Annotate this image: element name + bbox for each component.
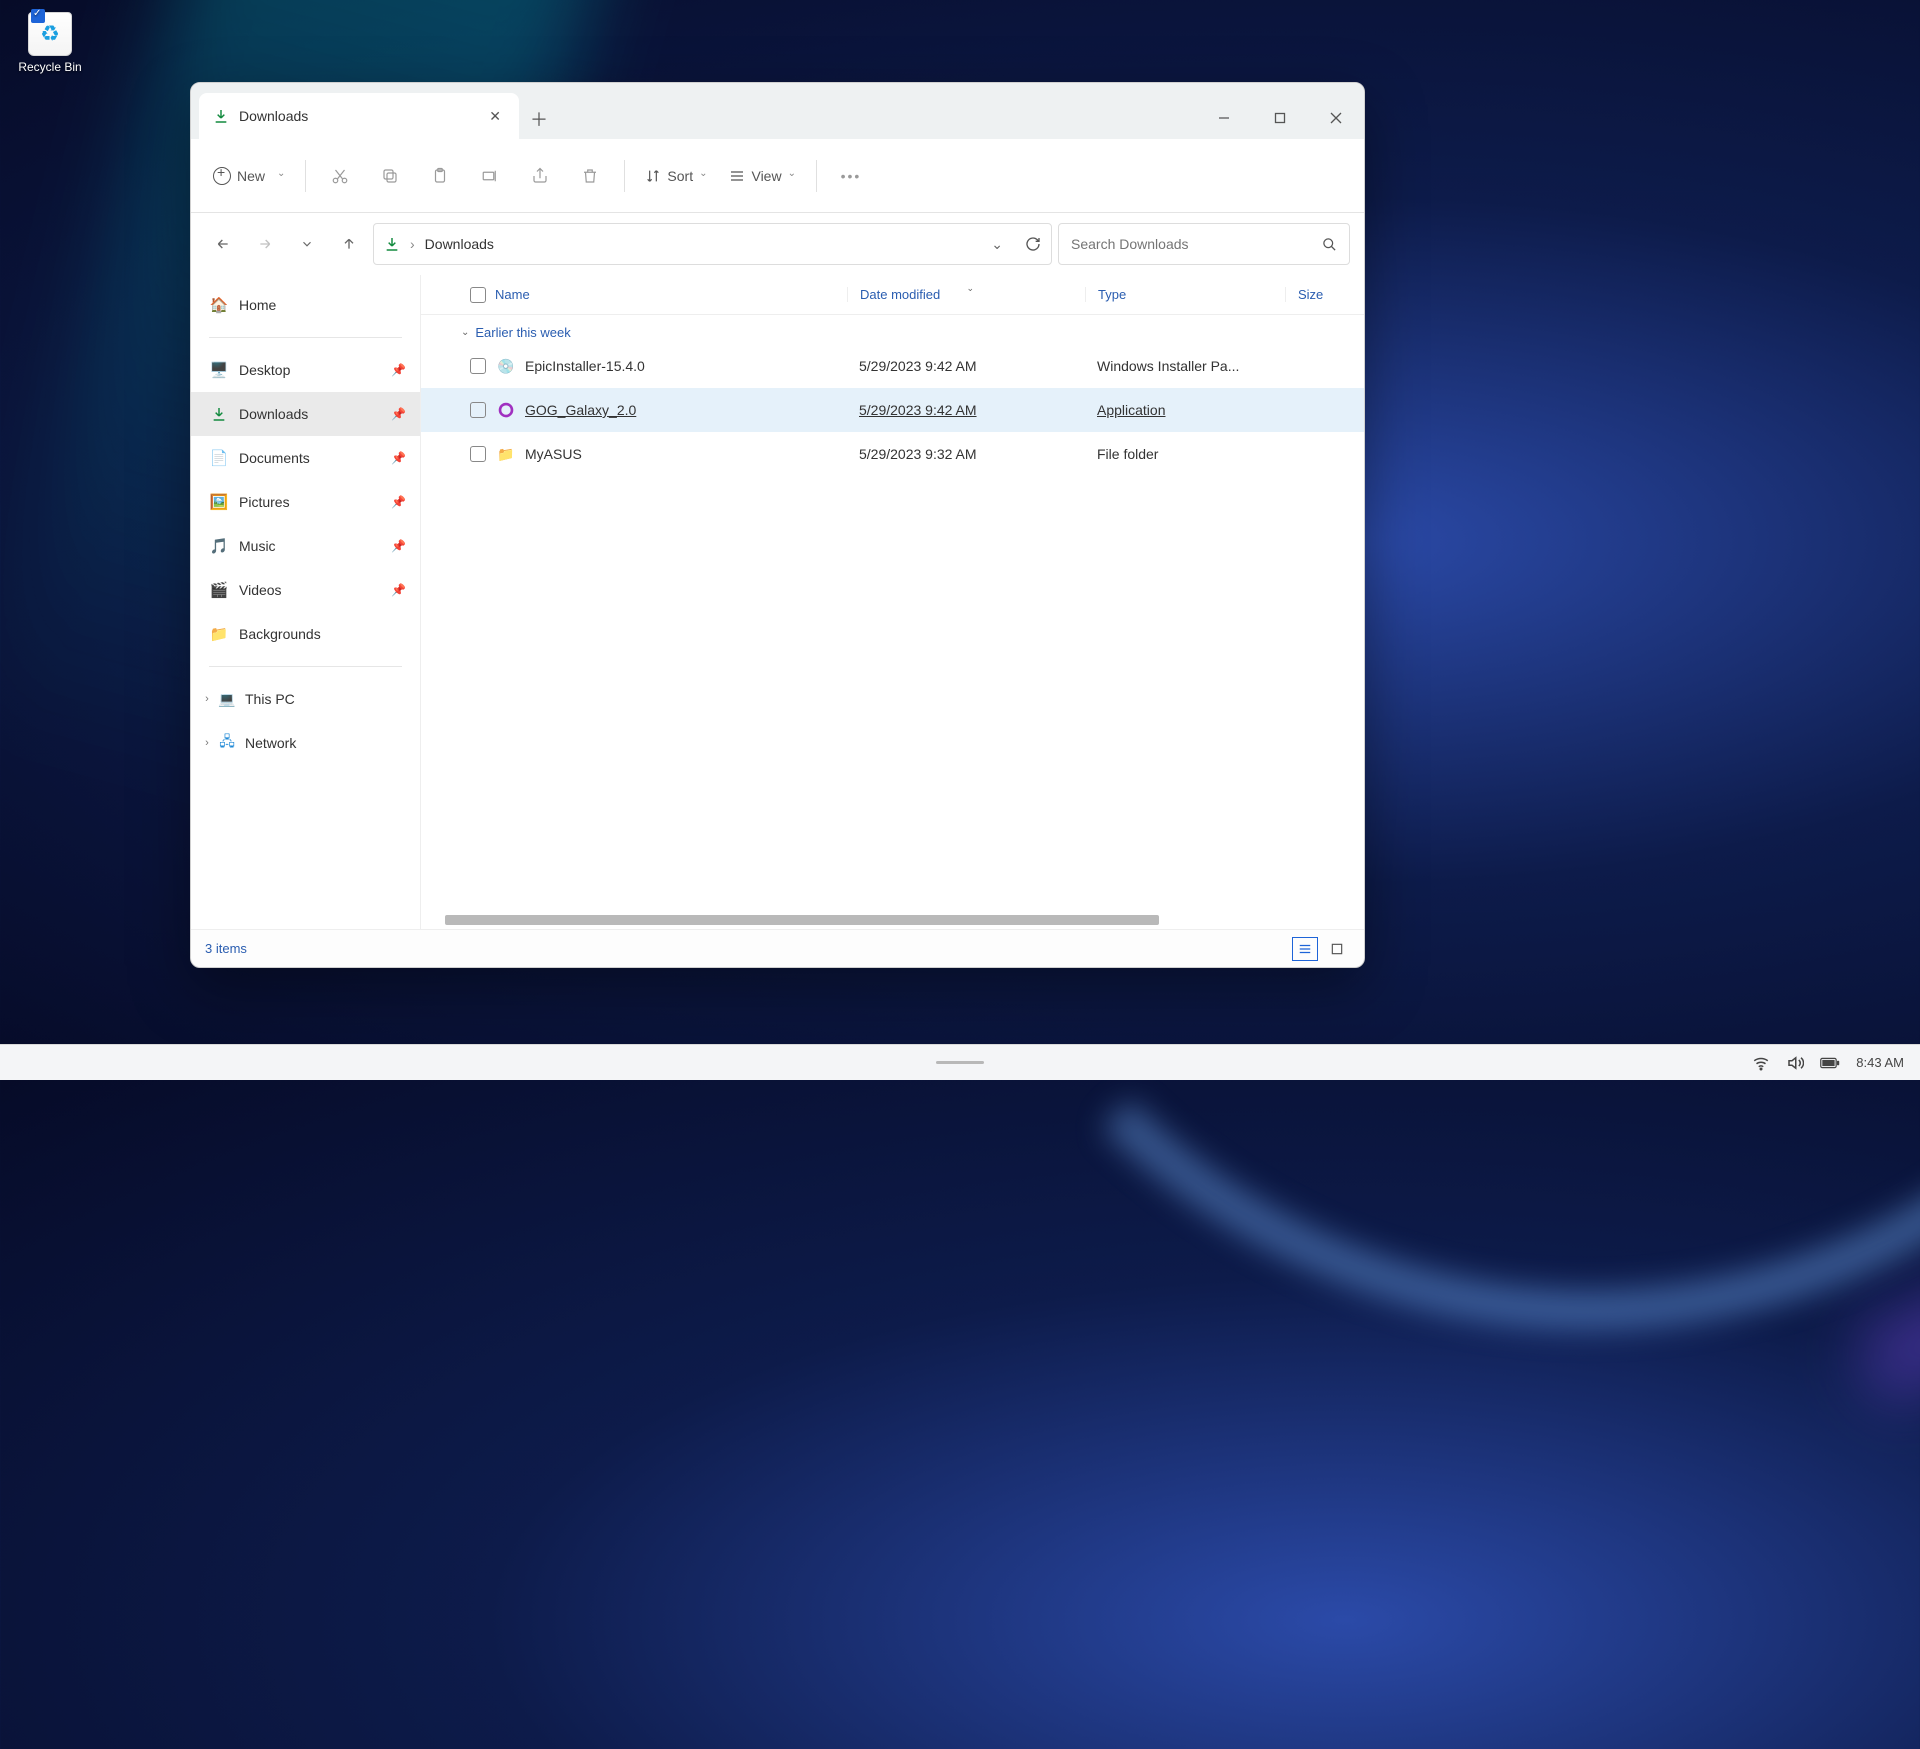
nav-up-button[interactable]	[331, 226, 367, 262]
new-button[interactable]: New	[205, 161, 293, 191]
navigation-pane: 🏠 Home 🖥️Desktop📌Downloads📌📄Documents📌🖼️…	[191, 275, 421, 929]
file-row[interactable]: 💿EpicInstaller-15.4.05/29/2023 9:42 AMWi…	[421, 344, 1364, 388]
desktop-icon-label: Recycle Bin	[18, 60, 81, 74]
row-checkbox[interactable]	[470, 402, 486, 418]
maximize-button[interactable]	[1252, 97, 1308, 139]
column-name[interactable]: Name	[495, 287, 847, 302]
recycle-bin-icon	[28, 12, 72, 56]
pin-icon: 📌	[391, 363, 406, 377]
file-date: 5/29/2023 9:42 AM	[847, 402, 1085, 418]
sidebar-item-music[interactable]: 🎵Music📌	[191, 524, 420, 568]
horizontal-scrollbar[interactable]	[435, 911, 1350, 929]
file-row[interactable]: GOG_Galaxy_2.0 5/29/2023 9:42 AMApplicati…	[421, 388, 1364, 432]
column-date[interactable]: Date modified⌄	[847, 287, 1085, 302]
sidebar-item-folder[interactable]: 📁Backgrounds	[191, 612, 420, 656]
file-date: 5/29/2023 9:42 AM	[847, 358, 1085, 374]
sidebar-item-videos[interactable]: 🎬Videos📌	[191, 568, 420, 612]
system-tray: 8:43 AM	[1752, 1054, 1904, 1072]
plus-circle-icon	[213, 167, 231, 185]
window-controls	[1196, 97, 1364, 139]
pin-icon: 📌	[391, 451, 406, 465]
refresh-button[interactable]	[1025, 236, 1041, 252]
sort-indicator-icon: ⌄	[967, 283, 975, 294]
wifi-icon[interactable]	[1752, 1054, 1770, 1072]
volume-icon[interactable]	[1786, 1054, 1804, 1072]
search-icon	[1322, 237, 1337, 252]
more-options-button[interactable]	[829, 162, 873, 190]
battery-icon[interactable]	[1820, 1056, 1840, 1070]
share-button[interactable]	[518, 161, 562, 191]
pin-icon: 📌	[391, 407, 406, 421]
nav-recent-button[interactable]	[289, 226, 325, 262]
select-all-checkbox[interactable]	[470, 287, 486, 303]
view-button[interactable]: View	[721, 162, 803, 190]
file-type: Application	[1085, 402, 1285, 418]
file-name: GOG_Galaxy_2.0	[525, 402, 636, 418]
breadcrumb-separator: ›	[410, 236, 415, 252]
large-icons-view-button[interactable]	[1324, 937, 1350, 961]
downloads-icon	[384, 236, 400, 252]
row-checkbox[interactable]	[470, 446, 486, 462]
cut-button[interactable]	[318, 161, 362, 191]
desktop-icon-recycle-bin[interactable]: Recycle Bin	[12, 12, 88, 74]
delete-button[interactable]	[568, 161, 612, 191]
search-input[interactable]	[1071, 236, 1322, 252]
downloads-icon	[213, 108, 229, 124]
rename-button[interactable]	[468, 161, 512, 191]
nav-back-button[interactable]	[205, 226, 241, 262]
sidebar-item-downloads[interactable]: Downloads📌	[191, 392, 420, 436]
tab-close-button[interactable]: ✕	[485, 104, 505, 129]
column-type[interactable]: Type	[1085, 287, 1285, 302]
nav-forward-button[interactable]	[247, 226, 283, 262]
sort-button[interactable]: Sort	[637, 162, 715, 190]
expand-icon[interactable]: ›	[197, 693, 217, 705]
item-count: 3 items	[205, 941, 247, 956]
expand-icon[interactable]: ›	[197, 737, 217, 749]
address-bar[interactable]: › Downloads ⌄	[373, 223, 1052, 265]
tab-downloads[interactable]: Downloads ✕	[199, 93, 519, 139]
taskbar[interactable]: 8:43 AM	[0, 1044, 1920, 1080]
minimize-button[interactable]	[1196, 97, 1252, 139]
chevron-down-icon: ⌄	[461, 327, 469, 338]
file-type: Windows Installer Pa...	[1085, 358, 1285, 374]
breadcrumb-current: Downloads	[425, 236, 494, 252]
address-dropdown-button[interactable]: ⌄	[991, 236, 1003, 253]
close-button[interactable]	[1308, 97, 1364, 139]
file-date: 5/29/2023 9:32 AM	[847, 446, 1085, 462]
clock[interactable]: 8:43 AM	[1856, 1055, 1904, 1070]
home-icon: 🏠	[209, 295, 229, 315]
file-group-header[interactable]: ⌄ Earlier this week	[421, 315, 1364, 344]
sidebar-tree-pc[interactable]: ›💻This PC	[191, 677, 420, 721]
status-bar: 3 items	[191, 929, 1364, 967]
taskbar-center[interactable]	[936, 1061, 984, 1064]
pin-icon: 📌	[391, 583, 406, 597]
toolbar: New Sort View	[191, 139, 1364, 213]
sidebar-item-desktop[interactable]: 🖥️Desktop📌	[191, 348, 420, 392]
sidebar-item-docs[interactable]: 📄Documents📌	[191, 436, 420, 480]
pin-icon: 📌	[391, 495, 406, 509]
file-type: File folder	[1085, 446, 1285, 462]
file-row[interactable]: 📁MyASUS5/29/2023 9:32 AMFile folder	[421, 432, 1364, 476]
new-tab-button[interactable]: ＋	[519, 99, 559, 139]
column-headers: Name Date modified⌄ Type Size	[421, 275, 1364, 315]
details-view-button[interactable]	[1292, 937, 1318, 961]
copy-button[interactable]	[368, 161, 412, 191]
tab-title: Downloads	[239, 108, 308, 124]
file-name: MyASUS	[525, 446, 582, 462]
file-explorer-window: Downloads ✕ ＋ New Sort View	[190, 82, 1365, 968]
sidebar-tree-net[interactable]: ›🖧Network	[191, 721, 420, 765]
pin-icon: 📌	[391, 539, 406, 553]
file-list-pane: Name Date modified⌄ Type Size ⌄ Earlier …	[421, 275, 1364, 929]
file-name: EpicInstaller-15.4.0	[525, 358, 645, 374]
row-checkbox[interactable]	[470, 358, 486, 374]
paste-button[interactable]	[418, 161, 462, 191]
address-bar-row: › Downloads ⌄	[191, 213, 1364, 275]
sidebar-item-pics[interactable]: 🖼️Pictures📌	[191, 480, 420, 524]
tab-bar: Downloads ✕ ＋	[191, 83, 1364, 139]
search-box[interactable]	[1058, 223, 1350, 265]
sidebar-item-home[interactable]: 🏠 Home	[191, 283, 420, 327]
column-size[interactable]: Size	[1285, 287, 1364, 302]
